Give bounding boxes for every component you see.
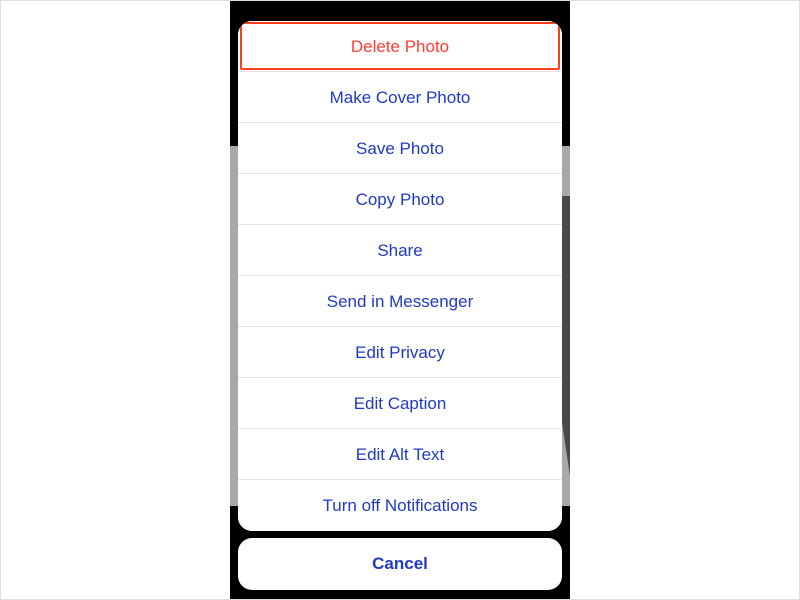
cancel-button-label: Cancel (372, 554, 428, 573)
edit-caption-option[interactable]: Edit Caption (238, 378, 562, 429)
option-label: Delete Photo (351, 37, 449, 56)
cancel-button[interactable]: Cancel (238, 538, 562, 590)
copy-photo-option[interactable]: Copy Photo (238, 174, 562, 225)
option-label: Save Photo (356, 139, 444, 158)
save-photo-option[interactable]: Save Photo (238, 123, 562, 174)
turn-off-notifications-option[interactable]: Turn off Notifications (238, 480, 562, 531)
delete-photo-option[interactable]: Delete Photo (238, 21, 562, 72)
option-label: Edit Alt Text (356, 445, 445, 464)
share-option[interactable]: Share (238, 225, 562, 276)
option-label: Edit Privacy (355, 343, 445, 362)
option-label: Send in Messenger (327, 292, 473, 311)
edit-privacy-option[interactable]: Edit Privacy (238, 327, 562, 378)
phone-screen: Delete Photo Make Cover Photo Save Photo Co… (230, 1, 570, 600)
option-label: Copy Photo (356, 190, 445, 209)
option-label: Make Cover Photo (330, 88, 471, 107)
option-label: Turn off Notifications (323, 496, 478, 515)
option-label: Share (377, 241, 422, 260)
outer-frame: Delete Photo Make Cover Photo Save Photo Co… (0, 0, 800, 600)
photo-action-sheet: Delete Photo Make Cover Photo Save Photo Co… (238, 21, 562, 591)
action-sheet-options: Delete Photo Make Cover Photo Save Photo Co… (238, 21, 562, 531)
make-cover-photo-option[interactable]: Make Cover Photo (238, 72, 562, 123)
send-in-messenger-option[interactable]: Send in Messenger (238, 276, 562, 327)
option-label: Edit Caption (354, 394, 447, 413)
edit-alt-text-option[interactable]: Edit Alt Text (238, 429, 562, 480)
